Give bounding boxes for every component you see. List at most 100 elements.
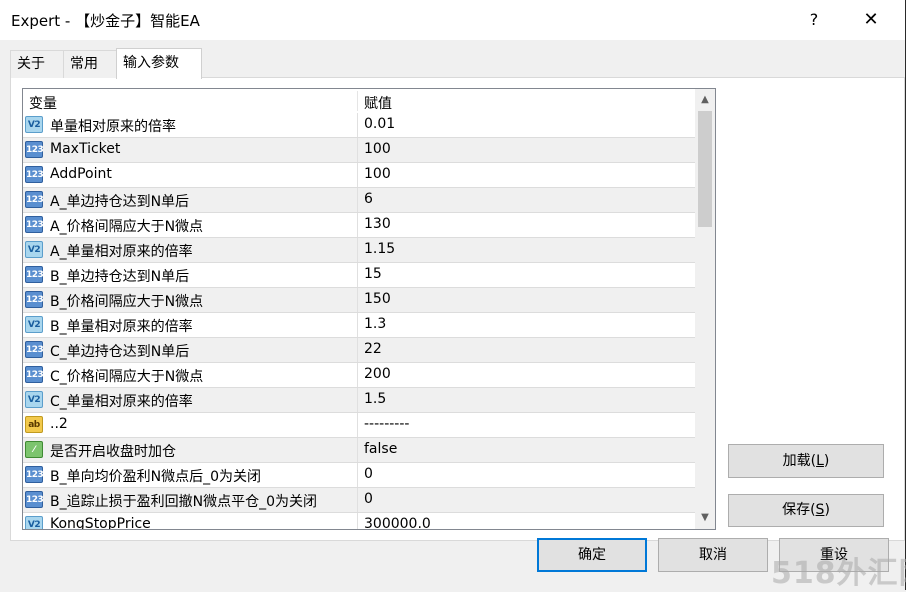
parameter-name: A_单量相对原来的倍率 — [50, 244, 193, 260]
parameter-value[interactable]: 300000.0 — [364, 516, 431, 529]
integer-type-icon: 123 — [25, 266, 44, 283]
cell-divider — [357, 388, 358, 412]
cell-divider — [357, 363, 358, 387]
parameter-row[interactable]: V2 C_单量相对原来的倍率 1.5 — [23, 388, 695, 413]
column-header-variable[interactable]: 变量 — [29, 93, 57, 113]
title-bar: Expert - 【炒金子】智能EA ? ✕ — [0, 0, 905, 40]
cell-divider — [357, 213, 358, 237]
parameter-name: C_单量相对原来的倍率 — [50, 394, 193, 410]
cell-divider — [357, 138, 358, 162]
window-title: Expert - 【炒金子】智能EA — [11, 12, 200, 30]
parameter-value[interactable]: 100 — [364, 141, 391, 157]
double-type-icon: V2 — [25, 316, 43, 333]
parameter-name: A_价格间隔应大于N微点 — [50, 219, 204, 235]
parameter-row[interactable]: V2 KongStopPrice 300000.0 — [23, 513, 695, 529]
parameter-name: B_价格间隔应大于N微点 — [50, 294, 204, 310]
parameter-value[interactable]: 1.15 — [364, 241, 395, 257]
parameter-name: B_单边持仓达到N单后 — [50, 269, 190, 285]
parameter-value[interactable]: 1.5 — [364, 391, 386, 407]
parameter-row[interactable]: 123 C_价格间隔应大于N微点 200 — [23, 363, 695, 388]
parameter-name: ..2 — [50, 416, 68, 432]
column-separator[interactable] — [357, 91, 358, 111]
cell-divider — [357, 188, 358, 212]
parameter-name: 是否开启收盘时加仓 — [50, 444, 176, 460]
scroll-down-arrow-icon[interactable]: ▼ — [695, 509, 715, 527]
cell-divider — [357, 463, 358, 487]
vertical-scrollbar[interactable]: ▲ ▼ — [695, 89, 715, 529]
reset-button[interactable]: 重设 — [779, 538, 889, 572]
parameter-name: B_单量相对原来的倍率 — [50, 319, 193, 335]
parameter-value[interactable]: false — [364, 441, 397, 457]
cell-divider — [357, 413, 358, 437]
parameter-name: MaxTicket — [50, 141, 121, 157]
parameter-row[interactable]: 123 A_价格间隔应大于N微点 130 — [23, 213, 695, 238]
cancel-button[interactable]: 取消 — [658, 538, 768, 572]
parameter-row[interactable]: 123 B_单向均价盈利N微点后_0为关闭 0 — [23, 463, 695, 488]
parameter-row[interactable]: V2 B_单量相对原来的倍率 1.3 — [23, 313, 695, 338]
cell-divider — [357, 113, 358, 137]
parameter-row[interactable]: V2 单量相对原来的倍率 0.01 — [23, 113, 695, 138]
integer-type-icon: 123 — [25, 291, 44, 308]
parameter-row[interactable]: 123 B_追踪止损于盈利回撤N微点平仓_0为关闭 0 — [23, 488, 695, 513]
integer-type-icon: 123 — [25, 341, 44, 358]
parameter-value[interactable]: 100 — [364, 166, 391, 182]
parameter-row[interactable]: ab ..2 --------- — [23, 413, 695, 438]
parameter-name: B_追踪止损于盈利回撤N微点平仓_0为关闭 — [50, 494, 317, 510]
integer-type-icon: 123 — [25, 466, 44, 483]
parameter-name: AddPoint — [50, 166, 112, 182]
cell-divider — [357, 438, 358, 462]
parameter-value[interactable]: --------- — [364, 416, 409, 432]
integer-type-icon: 123 — [25, 141, 44, 158]
save-button-label: 保存( — [782, 502, 816, 518]
cell-divider — [357, 313, 358, 337]
load-button-label: 加载( — [782, 453, 817, 469]
ok-button[interactable]: 确定 — [537, 538, 647, 572]
integer-type-icon: 123 — [25, 191, 44, 208]
parameter-name: B_单向均价盈利N微点后_0为关闭 — [50, 469, 261, 485]
parameter-value[interactable]: 130 — [364, 216, 391, 232]
parameter-value[interactable]: 200 — [364, 366, 391, 382]
load-button[interactable]: 加载(L) — [728, 444, 884, 478]
parameter-value[interactable]: 22 — [364, 341, 382, 357]
scrollbar-thumb[interactable] — [698, 111, 712, 227]
parameter-row[interactable]: 123 B_价格间隔应大于N微点 150 — [23, 288, 695, 313]
parameter-row[interactable]: ⁄ 是否开启收盘时加仓 false — [23, 438, 695, 463]
tab-about[interactable]: 关于 — [10, 50, 64, 78]
parameter-value[interactable]: 1.3 — [364, 316, 386, 332]
cell-divider — [357, 238, 358, 262]
scroll-up-arrow-icon[interactable]: ▲ — [695, 91, 715, 109]
close-button[interactable]: ✕ — [858, 8, 884, 32]
parameter-value[interactable]: 0.01 — [364, 116, 395, 132]
parameter-row[interactable]: 123 MaxTicket 100 — [23, 138, 695, 163]
parameter-value[interactable]: 6 — [364, 191, 373, 207]
cell-divider — [357, 338, 358, 362]
parameter-value[interactable]: 0 — [364, 491, 373, 507]
parameter-value[interactable]: 0 — [364, 466, 373, 482]
load-button-hotkey: L — [816, 453, 824, 469]
cell-divider — [357, 288, 358, 312]
parameter-row[interactable]: 123 A_单边持仓达到N单后 6 — [23, 188, 695, 213]
parameters-grid[interactable]: 变量 赋值 V2 单量相对原来的倍率 0.01 123 MaxTicket 100 123 A… — [22, 88, 716, 530]
cell-divider — [357, 488, 358, 512]
tab-input-parameters[interactable]: 输入参数 — [116, 48, 202, 79]
column-header-value[interactable]: 赋值 — [364, 93, 392, 113]
double-type-icon: V2 — [25, 391, 43, 408]
cell-divider — [357, 513, 358, 529]
tab-common[interactable]: 常用 — [63, 50, 117, 78]
boolean-type-icon: ⁄ — [25, 441, 43, 458]
double-type-icon: V2 — [25, 516, 43, 529]
integer-type-icon: 123 — [25, 216, 44, 233]
save-button[interactable]: 保存(S) — [728, 494, 884, 527]
help-button[interactable]: ? — [803, 8, 825, 32]
parameter-row[interactable]: 123 AddPoint 100 — [23, 163, 695, 188]
integer-type-icon: 123 — [25, 166, 44, 183]
parameter-value[interactable]: 150 — [364, 291, 391, 307]
parameter-name: C_单边持仓达到N单后 — [50, 344, 190, 360]
double-type-icon: V2 — [25, 241, 43, 258]
parameter-name: A_单边持仓达到N单后 — [50, 194, 190, 210]
cell-divider — [357, 163, 358, 187]
parameter-row[interactable]: 123 C_单边持仓达到N单后 22 — [23, 338, 695, 363]
parameter-row[interactable]: 123 B_单边持仓达到N单后 15 — [23, 263, 695, 288]
parameter-row[interactable]: V2 A_单量相对原来的倍率 1.15 — [23, 238, 695, 263]
parameter-value[interactable]: 15 — [364, 266, 382, 282]
